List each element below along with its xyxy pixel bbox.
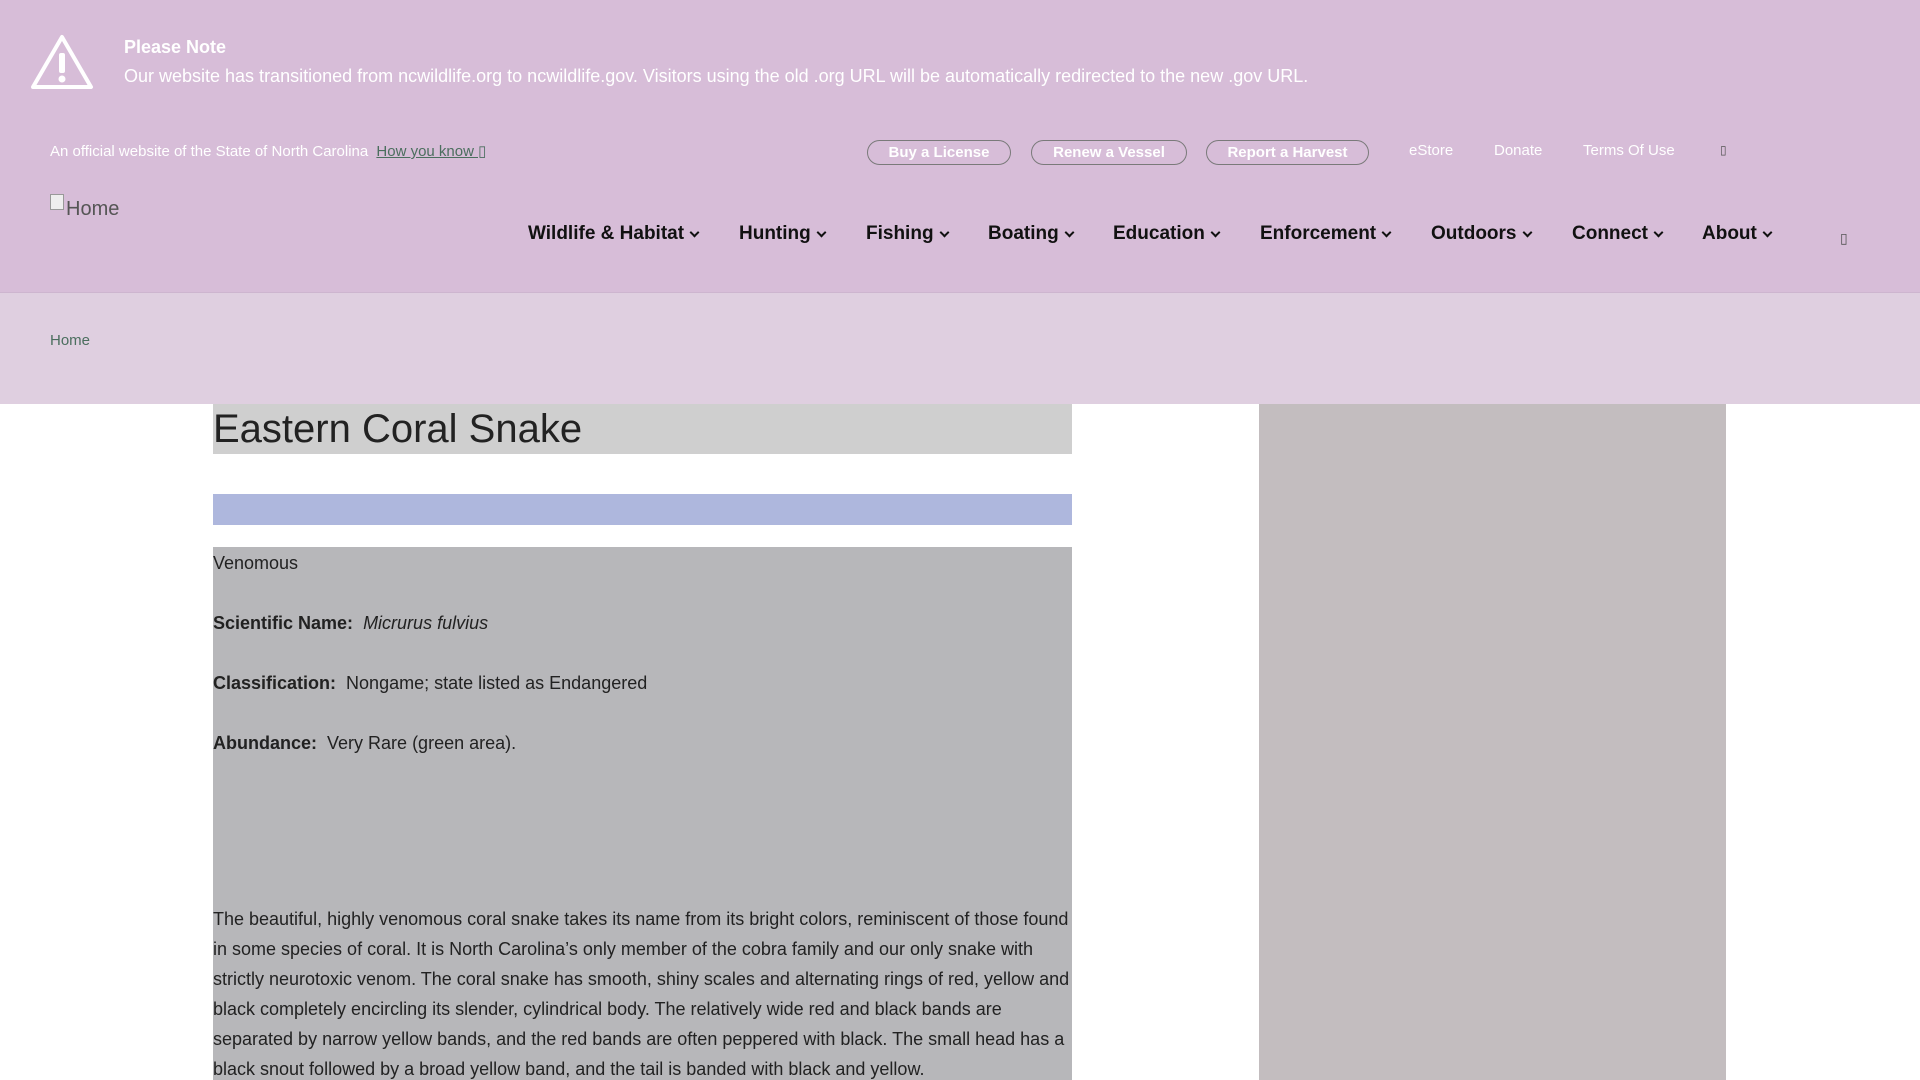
nav-about[interactable]: About xyxy=(1702,223,1773,245)
sidebar-panel xyxy=(1259,404,1726,1080)
nav-fishing[interactable]: Fishing xyxy=(866,223,950,245)
nav-label: Wildlife & Habitat xyxy=(528,223,685,244)
missing-glyph-icon[interactable]: ▯ xyxy=(1720,143,1730,157)
venom-status: Venomous xyxy=(213,553,299,573)
scientific-name-value: Micrurus fulvius xyxy=(363,613,489,633)
search-icon[interactable]: ▯ xyxy=(1840,230,1852,248)
nav-label: Outdoors xyxy=(1431,223,1517,244)
chevron-down-icon xyxy=(1381,227,1392,237)
species-description: The beautiful, highly venomous coral sna… xyxy=(213,909,1070,1079)
nav-label: Hunting xyxy=(739,223,811,244)
abundance-value: Very Rare (green area). xyxy=(327,733,517,753)
chevron-down-icon xyxy=(939,227,950,237)
nav-label: Boating xyxy=(988,223,1059,244)
page-title-box: Eastern Coral Snake xyxy=(213,404,1072,454)
nav-label: Enforcement xyxy=(1260,223,1377,244)
nav-label: Connect xyxy=(1572,223,1648,244)
nav-enforcement[interactable]: Enforcement xyxy=(1260,223,1392,245)
classification-row: Classification: Nongame; state listed as… xyxy=(213,673,647,694)
nav-education[interactable]: Education xyxy=(1113,223,1221,245)
content-divider-bar xyxy=(213,494,1072,525)
nav-label: About xyxy=(1702,223,1757,244)
nav-label: Fishing xyxy=(866,223,934,244)
nav-boating[interactable]: Boating xyxy=(988,223,1075,245)
nav-label: Education xyxy=(1113,223,1205,244)
alert-message: Our website has transitioned from ncwild… xyxy=(124,66,1309,86)
classification-label: Classification: xyxy=(213,673,337,693)
renew-vessel-button[interactable]: Renew a Vessel xyxy=(1031,140,1187,165)
nav-hunting[interactable]: Hunting xyxy=(739,223,827,245)
report-harvest-button[interactable]: Report a Harvest xyxy=(1206,140,1369,165)
chevron-down-icon xyxy=(1522,227,1532,237)
estore-link[interactable]: eStore xyxy=(1409,142,1453,159)
broken-image-icon xyxy=(50,193,64,210)
chevron-down-icon xyxy=(1762,227,1773,237)
official-text: An official website of the State of Nort… xyxy=(50,143,369,160)
nav-wildlife-habitat[interactable]: Wildlife & Habitat xyxy=(528,223,700,245)
chevron-down-icon xyxy=(689,227,700,237)
nav-connect[interactable]: Connect xyxy=(1572,223,1664,245)
logo-alt-text: Home xyxy=(66,198,120,220)
official-banner: An official website of the State of Nort… xyxy=(50,142,486,160)
chevron-down-icon xyxy=(1653,227,1664,237)
breadcrumb: Home xyxy=(0,293,1920,404)
chevron-down-icon xyxy=(816,227,827,237)
abundance-label: Abundance: xyxy=(213,733,318,753)
donate-link[interactable]: Donate xyxy=(1494,142,1542,159)
buy-license-button[interactable]: Buy a License xyxy=(867,140,1011,165)
page-title: Eastern Coral Snake xyxy=(213,407,583,451)
scientific-name-row: Scientific Name: Micrurus fulvius xyxy=(213,613,488,634)
site-alert: Please Note Our website has transitioned… xyxy=(0,0,1920,118)
how-you-know-link[interactable]: How you know ▯ xyxy=(376,143,486,160)
alert-title: Please Note xyxy=(124,37,227,57)
classification-value: Nongame; state listed as Endangered xyxy=(346,673,648,693)
scientific-name-label: Scientific Name: xyxy=(213,613,354,633)
abundance-row: Abundance: Very Rare (green area). xyxy=(213,733,516,754)
home-logo[interactable]: Home xyxy=(50,193,120,221)
nav-outdoors[interactable]: Outdoors xyxy=(1431,223,1532,245)
breadcrumb-home-link[interactable]: Home xyxy=(50,332,90,349)
warning-triangle-icon xyxy=(31,35,93,89)
chevron-down-icon xyxy=(1064,227,1075,237)
site-header: An official website of the State of Nort… xyxy=(0,118,1920,293)
terms-of-use-link[interactable]: Terms Of Use xyxy=(1583,142,1675,159)
chevron-down-icon xyxy=(1210,227,1221,237)
